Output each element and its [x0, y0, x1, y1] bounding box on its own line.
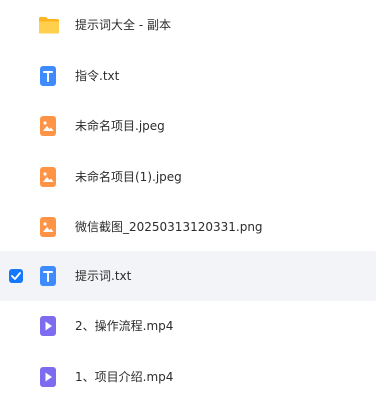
file-name: 1、项目介绍.mp4 [75, 370, 174, 384]
file-row-folder[interactable]: 提示词大全 - 副本 [0, 0, 376, 50]
file-name: 提示词.txt [75, 269, 132, 283]
text-file-icon [38, 66, 58, 86]
image-file-icon [38, 167, 58, 187]
file-row-text[interactable]: 指令.txt [0, 51, 376, 101]
file-row-video[interactable]: 2、操作流程.mp4 [0, 301, 376, 351]
file-list: 提示词大全 - 副本 指令.txt 未命名项目.jpeg 未命名项目(1).jp… [0, 0, 376, 407]
file-row-image[interactable]: 未命名项目(1).jpeg [0, 152, 376, 202]
file-name: 未命名项目(1).jpeg [75, 170, 182, 184]
folder-icon [38, 15, 59, 35]
file-row-video[interactable]: 1、项目介绍.mp4 [0, 352, 376, 402]
file-row-text-selected[interactable]: 提示词.txt [0, 251, 376, 301]
file-name: 2、操作流程.mp4 [75, 319, 174, 333]
file-name: 微信截图_20250313120331.png [75, 220, 263, 234]
checkbox-checked[interactable] [9, 269, 23, 283]
file-name: 指令.txt [75, 69, 120, 83]
text-file-icon [38, 266, 58, 286]
file-row-image[interactable]: 微信截图_20250313120331.png [0, 202, 376, 252]
video-file-icon [38, 316, 58, 336]
image-file-icon [38, 217, 58, 237]
video-file-icon [38, 367, 58, 387]
file-name: 提示词大全 - 副本 [75, 18, 171, 32]
image-file-icon [38, 116, 58, 136]
file-name: 未命名项目.jpeg [75, 119, 165, 133]
file-row-image[interactable]: 未命名项目.jpeg [0, 101, 376, 151]
